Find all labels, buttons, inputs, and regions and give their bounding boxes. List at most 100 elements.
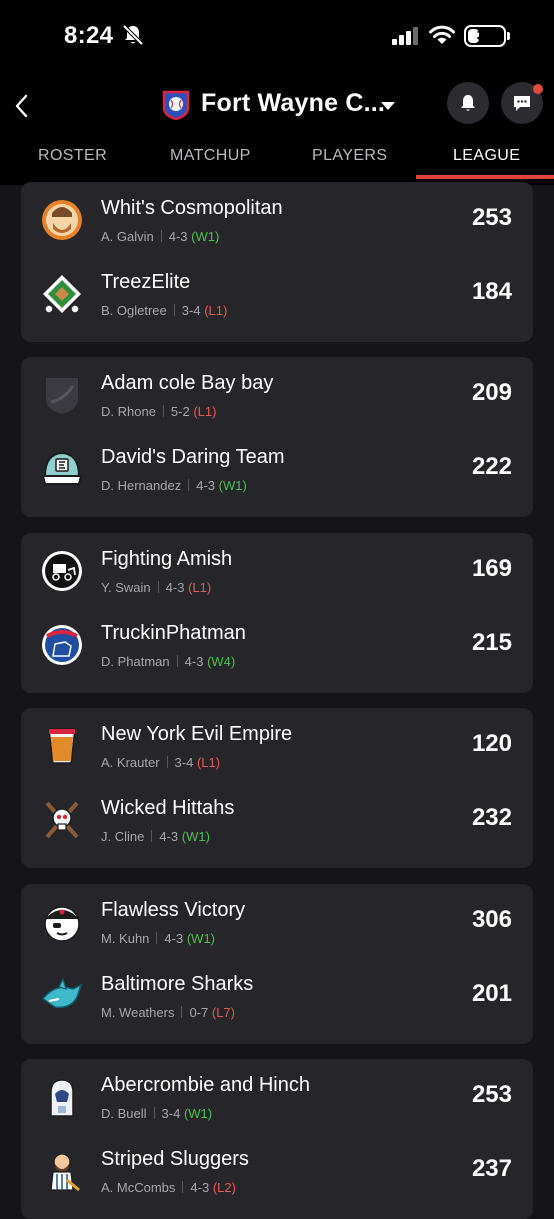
team-streak: (L1) — [193, 404, 217, 419]
clock: 8:24 — [64, 22, 114, 49]
tab-matchup[interactable]: MATCHUP — [170, 147, 251, 165]
separator — [182, 1181, 184, 1193]
owner-name: M. Weathers — [101, 1005, 175, 1020]
team-name[interactable]: Flawless Victory — [101, 899, 245, 922]
team-name[interactable]: Fighting Amish — [101, 548, 232, 571]
app-header: Fort Wayne C... ROSTER MATCHUP PLAYERS L… — [0, 75, 554, 185]
team-meta: A. Galvin 4-3 (W1) — [101, 229, 219, 244]
team-streak: (L7) — [211, 1005, 235, 1020]
team-streak: (L1) — [188, 580, 212, 595]
team-streak: (L2) — [212, 1180, 236, 1195]
separator — [157, 581, 159, 593]
notifications-button[interactable] — [447, 82, 489, 124]
team-row[interactable]: Whit's Cosmopolitan A. Galvin 4-3 (W1) 253 — [21, 182, 533, 255]
team-name[interactable]: New York Evil Empire — [101, 723, 292, 746]
team-name[interactable]: TruckinPhatman — [101, 622, 246, 645]
separator — [156, 932, 158, 944]
team-row[interactable]: New York Evil Empire A. Krauter 3-4 (L1) 12… — [21, 708, 533, 781]
baseball-diamond-icon — [43, 275, 81, 314]
cubs-bear-icon — [42, 625, 82, 665]
team-name[interactable]: Wicked Hittahs — [101, 797, 234, 820]
wifi-icon — [429, 25, 455, 44]
matchup-card[interactable]: Flawless Victory M. Kuhn 4-3 (W1) 306 Baltim… — [21, 884, 533, 1044]
tab-roster[interactable]: ROSTER — [38, 147, 107, 165]
team-record: 5-2 — [170, 404, 190, 419]
team-row[interactable]: TruckinPhatman D. Phatman 4-3 (W4) 215 — [21, 607, 533, 680]
matchup-card[interactable]: Fighting Amish Y. Swain 4-3 (L1) 169 Truckin… — [21, 533, 533, 693]
back-chevron-icon[interactable] — [12, 93, 32, 119]
team-name[interactable]: Striped Sluggers — [101, 1148, 249, 1171]
owner-name: A. McCombs — [101, 1180, 176, 1195]
team-row[interactable]: Striped Sluggers A. McCombs 4-3 (L2) 237 — [21, 1133, 533, 1206]
team-score: 184 — [471, 278, 512, 305]
owner-name: Y. Swain — [101, 580, 151, 595]
team-row[interactable]: Wicked Hittahs J. Cline 4-3 (W1) 232 — [21, 782, 533, 855]
team-score: 253 — [471, 1081, 512, 1108]
team-record: 4-3 — [164, 931, 184, 946]
team-record: 3-4 — [174, 755, 194, 770]
separator — [160, 230, 162, 242]
pirate-icon — [44, 906, 80, 942]
team-meta: A. Krauter 3-4 (L1) — [101, 755, 220, 770]
bearded-man-avatar-icon — [42, 200, 82, 240]
team-name[interactable]: Adam cole Bay bay — [101, 372, 273, 395]
team-row[interactable]: Fighting Amish Y. Swain 4-3 (L1) 169 — [21, 533, 533, 606]
beer-glass-icon — [48, 728, 76, 764]
matchup-card[interactable]: Abercrombie and Hinch D. Buell 3-4 (W1) 253… — [21, 1059, 533, 1219]
team-name[interactable]: TreezElite — [101, 271, 190, 294]
tab-league[interactable]: LEAGUE — [453, 147, 520, 165]
team-streak: (L1) — [196, 755, 221, 770]
team-score: 222 — [471, 453, 512, 480]
team-meta: D. Rhone 5-2 (L1) — [101, 404, 216, 419]
team-row[interactable]: David's Daring Team D. Hernandez 4-3 (W1) 2… — [21, 431, 533, 504]
owner-name: J. Cline — [101, 829, 145, 844]
team-streak: (W1) — [218, 478, 247, 493]
team-record: 3-4 — [161, 1106, 181, 1121]
team-streak: (W1) — [186, 931, 216, 946]
team-score: 306 — [471, 906, 512, 933]
team-meta: M. Kuhn 4-3 (W1) — [101, 931, 215, 946]
team-name[interactable]: Baltimore Sharks — [101, 973, 253, 996]
owner-name: B. Ogletree — [101, 303, 167, 318]
unread-dot — [533, 84, 543, 94]
active-tab-indicator — [416, 175, 554, 179]
team-name[interactable]: Whit's Cosmopolitan — [101, 197, 283, 220]
team-row[interactable]: TreezElite B. Ogletree 3-4 (L1) 184 — [21, 256, 533, 329]
team-record: 0-7 — [189, 1005, 209, 1020]
cellular-signal-icon — [392, 27, 418, 45]
tab-bar: ROSTER MATCHUP PLAYERS LEAGUE — [0, 137, 554, 180]
owner-name: D. Hernandez — [101, 478, 182, 493]
team-meta: B. Ogletree 3-4 (L1) — [101, 303, 227, 318]
team-meta: D. Hernandez 4-3 (W1) — [101, 478, 247, 493]
team-record: 4-3 — [184, 654, 204, 669]
owner-name: A. Krauter — [101, 755, 160, 770]
team-row[interactable]: Abercrombie and Hinch D. Buell 3-4 (W1) 253 — [21, 1059, 533, 1132]
team-row[interactable]: Flawless Victory M. Kuhn 4-3 (W1) 306 — [21, 884, 533, 957]
separator — [181, 1006, 183, 1018]
team-streak: (W1) — [183, 1106, 213, 1121]
separator — [151, 830, 153, 842]
separator — [173, 304, 175, 316]
team-streak: (W4) — [207, 654, 236, 669]
team-record: 4-3 — [190, 1180, 210, 1195]
matchup-card[interactable]: Whit's Cosmopolitan A. Galvin 4-3 (W1) 253 T… — [21, 182, 533, 342]
team-score: 215 — [471, 629, 512, 656]
team-meta: M. Weathers 0-7 (L7) — [101, 1005, 235, 1020]
team-row[interactable]: Adam cole Bay bay D. Rhone 5-2 (L1) 209 — [21, 357, 533, 430]
matchup-card[interactable]: Adam cole Bay bay D. Rhone 5-2 (L1) 209 Davi… — [21, 357, 533, 517]
league-title[interactable]: Fort Wayne C... — [201, 89, 385, 118]
separator — [188, 479, 190, 491]
battery-indicator: 30 — [464, 25, 506, 47]
tab-players[interactable]: PLAYERS — [312, 147, 387, 165]
matchup-card[interactable]: New York Evil Empire A. Krauter 3-4 (L1) 12… — [21, 708, 533, 868]
team-name[interactable]: David's Daring Team — [101, 446, 285, 469]
team-name[interactable]: Abercrombie and Hinch — [101, 1074, 310, 1097]
league-dropdown-icon[interactable] — [381, 102, 395, 110]
team-row[interactable]: Baltimore Sharks M. Weathers 0-7 (L7) 201 — [21, 958, 533, 1031]
owner-name: D. Phatman — [101, 654, 170, 669]
team-record: 4-3 — [159, 829, 179, 844]
skull-bats-icon — [45, 801, 79, 839]
battery-level: 30 — [476, 27, 494, 44]
owner-name: D. Buell — [101, 1106, 147, 1121]
hoodie-icon — [50, 1079, 74, 1117]
